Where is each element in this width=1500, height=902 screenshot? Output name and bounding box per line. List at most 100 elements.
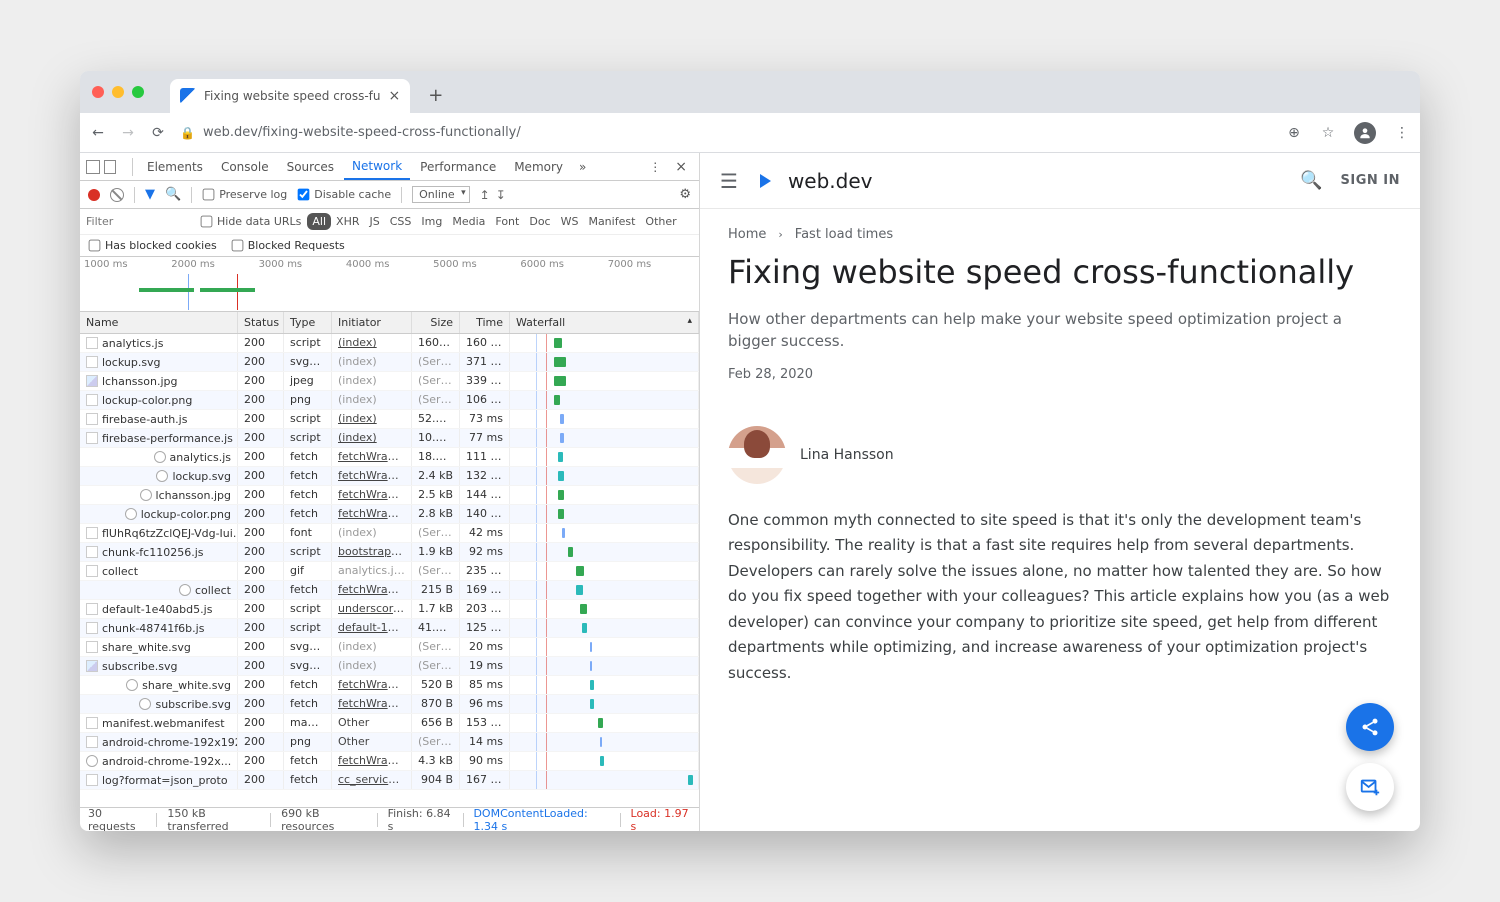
hide-data-urls-checkbox[interactable]: Hide data URLs [200,215,301,228]
network-row[interactable]: android-chrome-192x192...200pngOther(Ser… [80,733,699,752]
filter-type-css[interactable]: CSS [385,213,417,230]
close-tab-icon[interactable]: × [388,88,400,104]
file-icon [86,432,98,444]
new-tab-button[interactable]: + [428,85,443,106]
install-icon[interactable]: ⊕ [1286,125,1302,141]
download-har-icon[interactable]: ↧ [496,188,506,202]
foot-requests: 30 requests [88,807,146,832]
filter-type-font[interactable]: Font [490,213,524,230]
upload-har-icon[interactable]: ↥ [480,188,490,202]
file-icon [86,622,98,634]
blocked-requests-checkbox[interactable]: Blocked Requests [231,239,345,252]
device-toggle-icon[interactable] [104,160,116,174]
search-icon[interactable]: 🔍 [165,187,181,202]
network-row[interactable]: log?format=json_proto200fetchcc_service.… [80,771,699,790]
network-row[interactable]: default-1e40abd5.js200scriptunderscore-.… [80,600,699,619]
network-row[interactable]: flUhRq6tzZclQEJ-Vdg-Iui...200font(index)… [80,524,699,543]
network-row[interactable]: subscribe.svg200svg+...(index)(Servi...1… [80,657,699,676]
devtools-tab-sources[interactable]: Sources [279,154,342,180]
network-row[interactable]: lockup-color.png200png(index)(Servi...10… [80,391,699,410]
devtools-tab-network[interactable]: Network [344,153,410,180]
settings-icon[interactable]: ⚙ [679,187,691,202]
minimize-window-button[interactable] [112,86,124,98]
filter-type-xhr[interactable]: XHR [331,213,364,230]
subscribe-fab[interactable] [1346,763,1394,811]
filter-type-ws[interactable]: WS [556,213,584,230]
back-button[interactable]: ← [90,125,106,141]
network-row[interactable]: firebase-auth.js200script(index)52.1 kB7… [80,410,699,429]
url-field[interactable]: 🔒 web.dev/fixing-website-speed-cross-fun… [180,125,1272,140]
inspect-icon[interactable] [86,160,100,174]
filter-type-img[interactable]: Img [416,213,447,230]
col-status[interactable]: Status [238,312,284,333]
col-size[interactable]: Size [412,312,460,333]
col-type[interactable]: Type [284,312,332,333]
profile-icon[interactable] [1354,122,1376,144]
maximize-window-button[interactable] [132,86,144,98]
network-row[interactable]: manifest.webmanifest200manif...Other656 … [80,714,699,733]
hamburger-icon[interactable]: ☰ [720,169,738,193]
filter-type-media[interactable]: Media [447,213,490,230]
network-row[interactable]: lchansson.jpg200fetchfetchWrapp...2.5 kB… [80,486,699,505]
filter-type-doc[interactable]: Doc [524,213,555,230]
crumb-section[interactable]: Fast load times [795,227,893,242]
bookmark-icon[interactable]: ☆ [1320,125,1336,141]
preserve-log-checkbox[interactable]: Preserve log [202,188,287,201]
filter-input[interactable] [84,211,194,232]
blocked-cookies-checkbox[interactable]: Has blocked cookies [88,239,217,252]
network-table-body[interactable]: analytics.js200script(index)160 ms160 ms… [80,334,699,807]
share-fab[interactable] [1346,703,1394,751]
filter-type-all[interactable]: All [307,213,331,230]
reload-button[interactable]: ⟳ [150,125,166,141]
filter-type-js[interactable]: JS [365,213,385,230]
network-row[interactable]: analytics.js200script(index)160 ms160 ms [80,334,699,353]
col-initiator[interactable]: Initiator [332,312,412,333]
devtools-tab-console[interactable]: Console [213,154,277,180]
devtools-tab-memory[interactable]: Memory [506,154,571,180]
content-area: ElementsConsoleSourcesNetworkPerformance… [80,153,1420,831]
throttle-select[interactable]: Online [412,186,469,203]
network-row[interactable]: lockup.svg200fetchfetchWrapp...2.4 kB132… [80,467,699,486]
article-body: One common myth connected to site speed … [728,508,1392,687]
clear-button[interactable] [110,188,124,202]
filter-type-manifest[interactable]: Manifest [583,213,640,230]
network-row[interactable]: share_white.svg200fetchfetchWrapp...520 … [80,676,699,695]
filter-toggle-icon[interactable]: ▼ [145,187,155,202]
col-name[interactable]: Name [80,312,238,333]
timeline-overview[interactable]: 1000 ms2000 ms3000 ms4000 ms5000 ms6000 … [80,257,699,312]
devtools-tab-elements[interactable]: Elements [139,154,211,180]
menu-icon[interactable]: ⋮ [1394,125,1410,141]
devtools-close-icon[interactable]: × [669,159,693,175]
author-name[interactable]: Lina Hansson [800,447,894,463]
devtools-menu-icon[interactable]: ⋮ [643,160,667,174]
traffic-lights [92,86,144,98]
filter-type-other[interactable]: Other [640,213,681,230]
signin-button[interactable]: SIGN IN [1341,173,1401,188]
toolbar-right: ⊕ ☆ ⋮ [1286,122,1410,144]
network-row[interactable]: lchansson.jpg200jpeg(index)(Servi...339 … [80,372,699,391]
col-time[interactable]: Time [460,312,510,333]
page-search-icon[interactable]: 🔍 [1300,170,1322,191]
network-row[interactable]: analytics.js200fetchfetchWrapp...18.5 kB… [80,448,699,467]
network-row[interactable]: share_white.svg200svg+...(index)(Servi..… [80,638,699,657]
forward-button[interactable]: → [120,125,136,141]
network-row[interactable]: subscribe.svg200fetchfetchWrapp...870 B9… [80,695,699,714]
network-row[interactable]: collect200gifanalytics.js:36(Servi...235… [80,562,699,581]
lock-icon: 🔒 [180,126,195,140]
crumb-home[interactable]: Home [728,227,766,242]
site-logo[interactable]: web.dev [756,169,873,193]
more-tabs-icon[interactable]: » [573,160,592,174]
network-row[interactable]: collect200fetchfetchWrapp...215 B169 ms [80,581,699,600]
record-button[interactable] [88,189,100,201]
network-row[interactable]: chunk-48741f6b.js200scriptdefault-1e4...… [80,619,699,638]
network-row[interactable]: chunk-fc110256.js200scriptbootstrap.js:1… [80,543,699,562]
network-row[interactable]: lockup-color.png200fetchfetchWrapp...2.8… [80,505,699,524]
network-row[interactable]: firebase-performance.js200script(index)1… [80,429,699,448]
close-window-button[interactable] [92,86,104,98]
disable-cache-checkbox[interactable]: Disable cache [297,188,391,201]
browser-tab[interactable]: Fixing website speed cross-fu × [170,79,410,113]
devtools-tab-performance[interactable]: Performance [412,154,504,180]
col-waterfall[interactable]: Waterfall [510,312,699,333]
network-row[interactable]: lockup.svg200svg+...(index)(Servi...371 … [80,353,699,372]
network-row[interactable]: android-chrome-192x...200fetchfetchWrapp… [80,752,699,771]
